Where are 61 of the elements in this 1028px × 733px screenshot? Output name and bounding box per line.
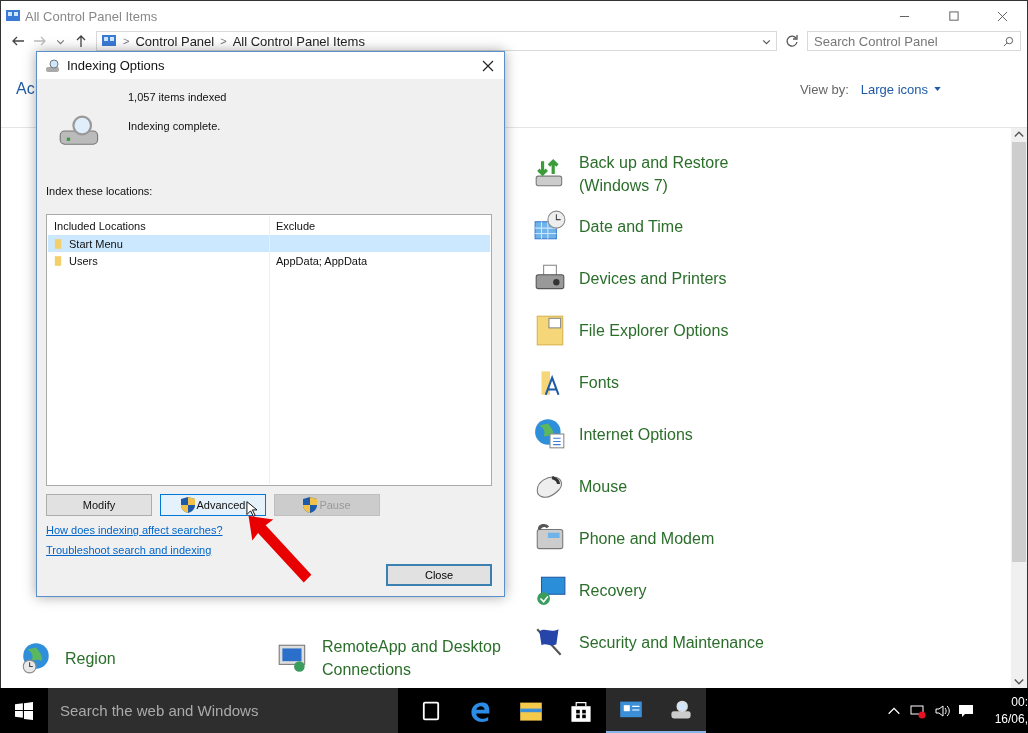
location-row[interactable]: Start Menu bbox=[48, 235, 490, 252]
maximize-icon[interactable] bbox=[948, 10, 959, 22]
close-button[interactable]: Close bbox=[386, 564, 492, 586]
start-icon[interactable] bbox=[15, 701, 33, 720]
taskbar-app-button[interactable] bbox=[606, 688, 656, 733]
search-icon bbox=[1003, 35, 1014, 47]
control-panel-item-label[interactable]: RemoteApp and Desktop Connections bbox=[322, 635, 512, 681]
control-panel-item-label[interactable]: Date and Time bbox=[579, 214, 684, 238]
indexing-status: Indexing complete. bbox=[128, 120, 222, 132]
locations-list[interactable]: Included Locations Exclude Start Menu Users AppData; AppData bbox=[46, 214, 492, 486]
window-title: All Control Panel Items bbox=[25, 8, 158, 24]
page-heading: Ac bbox=[16, 80, 35, 98]
control-panel-item-label[interactable]: Recovery bbox=[579, 578, 647, 602]
column-header[interactable]: Exclude bbox=[270, 219, 490, 232]
control-panel-icon bbox=[101, 33, 117, 49]
location-name: Users bbox=[69, 254, 98, 267]
exclude-value: AppData; AppData bbox=[276, 254, 368, 267]
location-name: Start Menu bbox=[69, 237, 123, 250]
taskbar-search-field[interactable]: Search the web and Windows bbox=[48, 688, 398, 733]
folder-icon bbox=[54, 254, 62, 267]
volume-icon[interactable] bbox=[934, 702, 950, 719]
breadcrumb-separator: > bbox=[220, 35, 227, 47]
notification-icon[interactable] bbox=[958, 702, 974, 719]
control-panel-item-label[interactable]: Security and Maintenance bbox=[579, 630, 764, 654]
folder-icon bbox=[54, 237, 62, 250]
control-panel-item-label[interactable]: Devices and Printers bbox=[579, 266, 727, 290]
control-panel-item-label[interactable]: Mouse bbox=[579, 474, 628, 498]
magnifier-drive-icon bbox=[45, 57, 61, 74]
control-panel-icon bbox=[5, 8, 21, 24]
clock[interactable]: 00: 16/06, bbox=[986, 693, 1028, 728]
up-icon[interactable] bbox=[74, 34, 88, 48]
view-by-dropdown[interactable]: Large icons bbox=[860, 81, 941, 97]
locations-label: Index these locations: bbox=[46, 185, 154, 197]
dialog-button[interactable]: Modify bbox=[46, 494, 152, 516]
search-field[interactable]: Search Control Panel bbox=[807, 31, 1021, 51]
control-panel-item-label[interactable]: Region bbox=[65, 646, 116, 670]
help-link[interactable]: How does indexing affect searches? bbox=[46, 524, 223, 536]
address-field[interactable]: > Control Panel > All Control Panel Items bbox=[96, 31, 777, 51]
breadcrumb-item[interactable]: Control Panel bbox=[135, 33, 215, 49]
network-icon[interactable] bbox=[910, 702, 926, 719]
control-panel-item-label[interactable]: Back up and Restore (Windows 7) bbox=[579, 151, 769, 197]
control-panel-item-label[interactable]: File Explorer Options bbox=[579, 318, 729, 342]
taskbar-app-button[interactable] bbox=[656, 688, 706, 733]
scrollbar-thumb[interactable] bbox=[1012, 142, 1026, 562]
globe-icon bbox=[533, 417, 567, 451]
view-by-label: View by: bbox=[799, 81, 849, 97]
dialog-button[interactable]: Advanced bbox=[160, 494, 266, 516]
location-row[interactable]: Users AppData; AppData bbox=[48, 252, 490, 269]
breadcrumb-separator: > bbox=[123, 35, 130, 47]
mouse-cursor-icon bbox=[246, 500, 257, 518]
troubleshoot-link[interactable]: Troubleshoot search and indexing bbox=[46, 544, 212, 556]
control-panel-item-label[interactable]: Internet Options bbox=[579, 422, 693, 446]
dialog-title: Indexing Options bbox=[67, 58, 165, 73]
control-panel-item-label[interactable]: Phone and Modem bbox=[579, 526, 715, 550]
control-panel-item-label[interactable]: Fonts bbox=[579, 370, 619, 394]
close-icon[interactable] bbox=[482, 59, 494, 72]
items-indexed-count: 1,057 items indexed bbox=[128, 91, 227, 103]
back-icon[interactable] bbox=[11, 34, 25, 48]
breadcrumb-item[interactable]: All Control Panel Items bbox=[232, 33, 365, 49]
refresh-icon[interactable] bbox=[785, 34, 799, 48]
caret-icon bbox=[934, 87, 941, 91]
